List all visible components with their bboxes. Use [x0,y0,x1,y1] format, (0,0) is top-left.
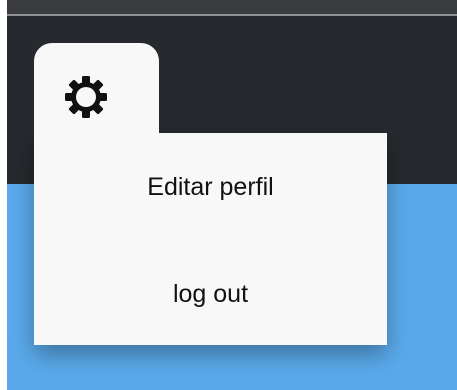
menu-item-log-out[interactable]: log out [34,276,387,312]
menu-item-edit-profile[interactable]: Editar perfil [34,169,387,205]
gear-icon[interactable] [62,73,110,121]
top-strip [0,0,457,14]
profile-dropdown-menu: Editar perfil log out [34,133,387,345]
left-border [0,0,7,390]
settings-tab[interactable] [34,43,159,163]
